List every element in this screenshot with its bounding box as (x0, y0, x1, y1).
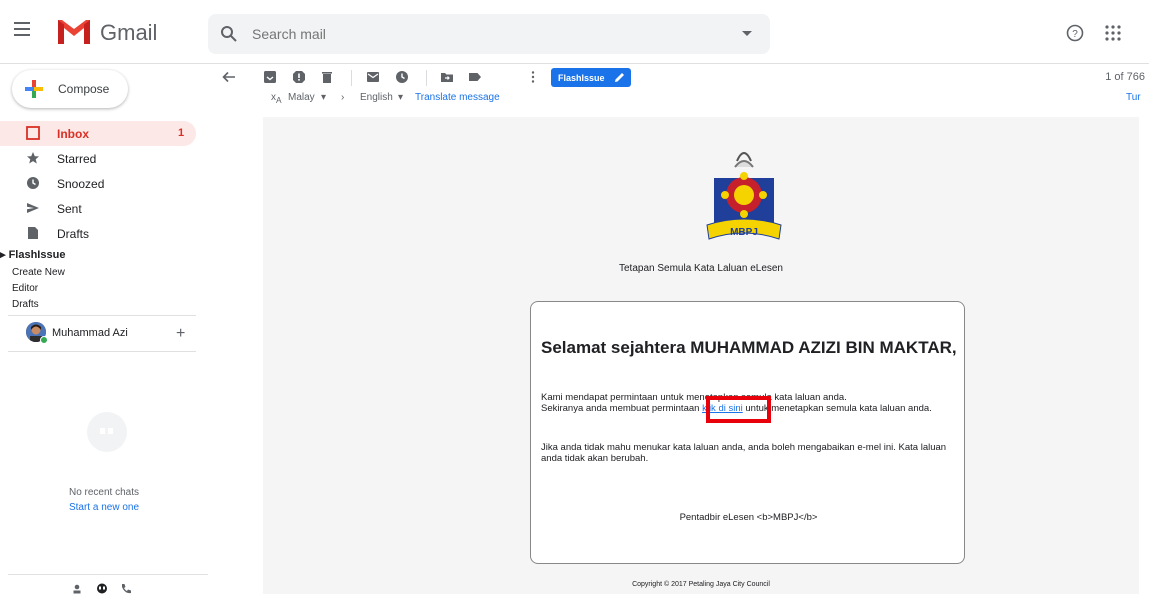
email-line-1: Kami mendapat permintaan untuk menetapka… (541, 392, 847, 403)
no-recent-chats-text: No recent chats (68, 487, 140, 498)
arrow-right-icon: › (341, 92, 345, 103)
translate-bar: xA Malay ▾ › English ▾ Translate message… (208, 92, 1149, 106)
label-group-flashissue[interactable]: ▸ FlashIssue (0, 248, 65, 261)
message-pager: 1 of 766 (1105, 71, 1145, 83)
send-icon (27, 203, 39, 213)
search-box[interactable] (208, 14, 770, 54)
email-copyright: Copyright © 2017 Petaling Jaya City Coun… (632, 581, 770, 588)
flashissue-button[interactable]: FlashIssue (551, 68, 631, 87)
source-language-select[interactable]: Malay (288, 92, 315, 103)
dropdown-caret-icon[interactable]: ▾ (398, 92, 403, 103)
star-icon (27, 152, 39, 164)
delete-icon[interactable] (320, 70, 334, 84)
label-item-editor[interactable]: Editor (12, 283, 38, 294)
hangouts-icon[interactable] (96, 583, 108, 594)
compose-button[interactable]: Compose (12, 70, 128, 108)
toolbar-separator (426, 70, 427, 86)
sidebar-item-label: Drafts (57, 227, 90, 241)
message-toolbar: FlashIssue 1 of 766 (208, 64, 1149, 92)
svg-text:?: ? (1072, 29, 1078, 40)
draft-icon (28, 227, 38, 239)
sidebar-item-sent[interactable]: Sent (0, 196, 196, 221)
add-chat-icon[interactable]: + (176, 325, 185, 343)
snooze-icon[interactable] (395, 70, 409, 84)
clock-icon (27, 177, 39, 189)
sidebar-item-label: Snoozed (57, 177, 105, 191)
mbpj-crest-logo: MBPJ (706, 152, 782, 240)
search-input[interactable] (252, 24, 712, 44)
email-line-2-pre: Sekiranya anda membuat permintaan (541, 403, 703, 414)
target-language-select[interactable]: English (360, 92, 393, 103)
label-item-create-new[interactable]: Create New (12, 267, 65, 278)
app-header: Gmail ? (0, 0, 1149, 64)
help-icon[interactable]: ? (1066, 24, 1084, 42)
hangouts-quote-icon (87, 412, 127, 452)
pencil-icon (615, 73, 624, 82)
sidebar-item-snoozed[interactable]: Snoozed (0, 171, 196, 196)
report-spam-icon[interactable] (292, 70, 306, 84)
email-signature: Pentadbir eLesen <b>MBPJ</b> (679, 512, 818, 523)
search-icon[interactable] (220, 25, 238, 43)
sidebar-item-label: Inbox (57, 127, 89, 141)
phone-icon[interactable] (120, 583, 132, 594)
email-paragraph-2: Jika anda tidak mahu menukar kata laluan… (541, 442, 947, 464)
move-to-icon[interactable] (440, 70, 454, 84)
highlight-annotation-box (706, 396, 771, 423)
online-status-icon (40, 336, 48, 344)
unread-count: 1 (178, 127, 185, 139)
hangouts-bottom-bar (8, 574, 208, 594)
sidebar-divider (8, 351, 196, 352)
sidebar-item-drafts[interactable]: Drafts (0, 221, 196, 246)
sidebar-item-label: Starred (57, 152, 97, 166)
toolbar-separator (351, 70, 352, 86)
flashissue-label: FlashIssue (558, 73, 605, 83)
hangouts-user-name[interactable]: Muhammad Azi (52, 327, 128, 339)
start-new-chat-link[interactable]: Start a new one (0, 502, 208, 513)
email-heading: Tetapan Semula Kata Laluan eLesen (618, 263, 783, 274)
sidebar-item-label: Sent (57, 202, 82, 216)
turn-off-translate-link[interactable]: Tur (1126, 92, 1141, 103)
archive-icon[interactable] (263, 70, 277, 84)
email-line-2-post: untuk menetapkan semula kata laluan anda… (742, 403, 932, 414)
contacts-icon[interactable] (72, 584, 82, 594)
email-greeting: Selamat sejahtera MUHAMMAD AZIZI BIN MAK… (541, 338, 957, 357)
sidebar-divider (8, 315, 196, 316)
app-brand-label: Gmail (100, 20, 158, 45)
label-item-drafts[interactable]: Drafts (12, 299, 39, 310)
translate-message-link[interactable]: Translate message (415, 92, 500, 103)
search-options-icon[interactable] (742, 31, 752, 36)
apps-grid-icon[interactable] (1104, 24, 1122, 42)
more-options-icon[interactable] (526, 70, 540, 84)
crest-text: MBPJ (730, 227, 758, 238)
dropdown-caret-icon[interactable]: ▾ (321, 92, 326, 103)
sidebar-item-starred[interactable]: Starred (0, 146, 196, 171)
gmail-logo-icon[interactable] (56, 16, 92, 46)
sidebar-item-inbox[interactable]: Inbox 1 (0, 121, 196, 146)
back-arrow-icon[interactable] (222, 70, 236, 84)
main-menu-icon[interactable] (14, 22, 30, 36)
compose-label: Compose (58, 82, 110, 96)
compose-plus-icon (25, 80, 43, 98)
email-card: Selamat sejahtera MUHAMMAD AZIZI BIN MAK… (530, 301, 965, 564)
mark-unread-icon[interactable] (366, 70, 380, 84)
inbox-icon (26, 126, 40, 140)
label-group-title: FlashIssue (8, 249, 66, 261)
label-icon[interactable] (468, 70, 482, 84)
translate-icon: xA (271, 92, 282, 105)
